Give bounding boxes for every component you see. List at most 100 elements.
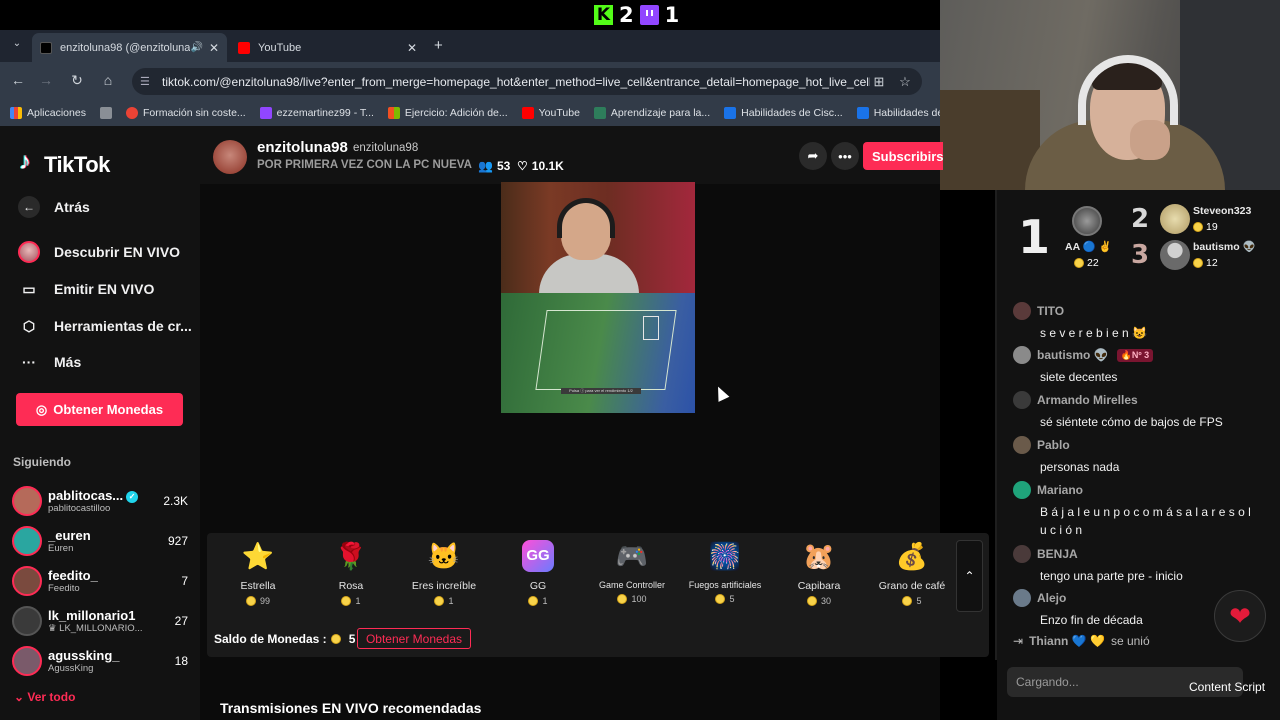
avatar [12,486,42,516]
bookmark-grid[interactable] [99,107,112,119]
bookmark-microsoft[interactable]: Ejercicio: Adición de... [387,107,508,119]
new-tab-icon[interactable]: + [434,37,443,54]
avatar [1013,436,1031,454]
avatar [1013,391,1031,409]
bookmark-google[interactable]: Formación sin coste... [125,107,246,119]
rank-2-number: 2 [1131,204,1150,234]
bookmark-cisco-2[interactable]: Habilidades de Ci [856,107,940,119]
host-name[interactable]: enzitoluna98 [257,139,348,156]
avatar [1013,346,1031,364]
tab-tiktok[interactable]: enzitoluna98 (@enzitoluna98) 🔊 ✕ [32,33,227,62]
host-handle: enzitoluna98 [353,142,419,154]
camera-icon: ▭ [22,280,36,297]
back-arrow-icon[interactable]: ← [9,72,27,88]
following-heading: Siguiendo [13,455,71,469]
webcam-hand [1130,120,1170,160]
close-tab-icon[interactable]: ✕ [209,41,219,55]
bookmark-apps[interactable]: Aplicaciones [10,107,86,119]
home-icon[interactable]: ⌂ [99,72,117,88]
cisco-icon [856,107,869,119]
youtube-favicon-icon [238,41,250,54]
gift-item[interactable]: 🎆 Fuegos artificiales 5 [679,540,771,604]
speaker-icon[interactable]: 🔊 [190,42,202,53]
gift-item[interactable]: 🌹 Rosa 1 [305,540,397,606]
subscribe-button[interactable]: Subscribirse [863,142,943,170]
rank-badge: 🔥Nº 3 [1116,348,1154,362]
recommended-heading: Transmisiones EN VIVO recomendadas [220,700,482,716]
fireworks-gift-icon: 🎆 [708,541,742,571]
rank-2-avatar[interactable] [1160,204,1190,234]
tiktok-logo[interactable]: TikTok [19,148,110,178]
webcam-overlay [940,0,1280,190]
reload-icon[interactable]: ↻ [68,72,86,89]
gift-item[interactable]: 💰 Grano de café 5 [866,540,958,606]
heart-icon: ❤ [1229,600,1251,631]
address-bar[interactable]: ☰ tiktok.com/@enzitoluna98/live?enter_fr… [132,68,922,95]
chat-message[interactable]: TITO s e v e r e b i e n 😺 [1013,302,1253,342]
gift-item[interactable]: 🐱 Eres increíble 1 [398,540,490,606]
rose-gift-icon: 🌹 [334,541,368,571]
host-avatar[interactable] [213,140,247,174]
like-heart-button[interactable]: ❤ [1214,590,1266,642]
bookmark-aprendizaje[interactable]: Aprendizaje para la... [593,107,710,119]
site-info-icon[interactable]: ☰ [140,75,152,88]
sidebar-item-more[interactable]: ··· Más [18,351,81,373]
bookmark-twitch[interactable]: ezzemartinez99 - T... [259,107,374,119]
following-item[interactable]: agussking_ AgussKing 18 [12,643,188,679]
sidebar-item-go-live[interactable]: ▭ Emitir EN VIVO [18,278,154,300]
sidebar-item-back[interactable]: ← Atrás [18,196,90,218]
google-icon [125,107,138,119]
tab-search-icon[interactable]: ⌄ [8,38,26,54]
tiktok-favicon-icon [40,41,52,54]
people-icon: 👥 [478,159,493,173]
rank-1-avatar[interactable] [1072,206,1102,236]
joined-notice: ⇥ Thiann 💙 💛 se unió [1013,634,1150,648]
viewer-count[interactable]: 👥 53 [478,159,510,173]
translate-icon[interactable]: ⊞ [870,74,888,90]
chat-message[interactable]: Pablo personas nada [1013,436,1253,476]
forward-arrow-icon[interactable]: → [37,72,55,88]
share-button[interactable]: ➦ [799,142,827,170]
see-all-link[interactable]: ⌄ Ver todo [14,690,75,704]
chat-message[interactable]: bautismo 👽 🔥Nº 3 siete decentes [1013,346,1253,386]
get-coins-secondary-button[interactable]: Obtener Monedas [357,628,471,649]
get-coins-button[interactable]: ◎ Obtener Monedas [16,393,183,426]
sidebar-item-creator-tools[interactable]: ⬡ Herramientas de cr... [18,315,192,337]
stream-overlay-bar [0,0,940,30]
avatar [12,606,42,636]
coin-icon [806,596,817,606]
chat-divider [995,190,997,660]
expand-gifts-button[interactable]: ⌃ [956,540,983,612]
following-item[interactable]: feedito_ Feedito 7 [12,563,188,599]
gg-gift-icon: GG [522,540,554,572]
sidebar-item-discover-live[interactable]: Descubrir EN VIVO [18,241,180,263]
rank-3-coins: 12 [1193,257,1218,269]
following-item[interactable]: _euren Euren 927 [12,523,188,559]
creator-tools-icon: ⬡ [22,317,36,334]
live-title: POR PRIMERA VEZ CON LA PC NUEVA [257,159,472,171]
capybara-gift-icon: 🐹 [802,541,836,571]
tab-youtube[interactable]: YouTube ✕ [230,33,425,62]
bookmark-cisco-1[interactable]: Habilidades de Cisc... [724,107,843,119]
apps-grid-icon [10,107,22,119]
rank-2-name: Steveon323 [1193,205,1252,217]
gift-item[interactable]: 🎮 Game Controller 100 [586,540,678,604]
chat-message[interactable]: Armando Mirelles sé siéntete cómo de baj… [1013,391,1253,431]
live-video[interactable]: Pulsa ⓘ para ver el rendimiento 1/2 [501,182,695,413]
back-icon: ← [18,196,40,218]
chat-message[interactable]: BENJA tengo una parte pre - inicio [1013,545,1253,585]
close-tab-icon[interactable]: ✕ [407,41,417,55]
following-item[interactable]: pablitocas... ✓ pablitocastilloo 2.3K [12,483,188,519]
following-item[interactable]: lk_millonario1 ♛ LK_MILLONARIO... 27 [12,603,188,639]
more-options-button[interactable]: ••• [831,142,859,170]
bookmark-youtube[interactable]: YouTube [521,107,580,119]
gift-item[interactable]: 🐹 Capibara 30 [773,540,865,606]
aprendizaje-icon [593,107,606,119]
chat-message[interactable]: Mariano B á j a l e u n p o c o m á s a … [1013,481,1253,539]
gift-item[interactable]: GG GG 1 [492,540,584,606]
star-gift-icon: ⭐ [241,541,275,571]
bookmark-star-icon[interactable]: ☆ [896,74,914,90]
rank-3-avatar[interactable] [1160,240,1190,270]
coin-icon [715,594,726,604]
gift-item[interactable]: ⭐ Estrella 99 [212,540,304,606]
